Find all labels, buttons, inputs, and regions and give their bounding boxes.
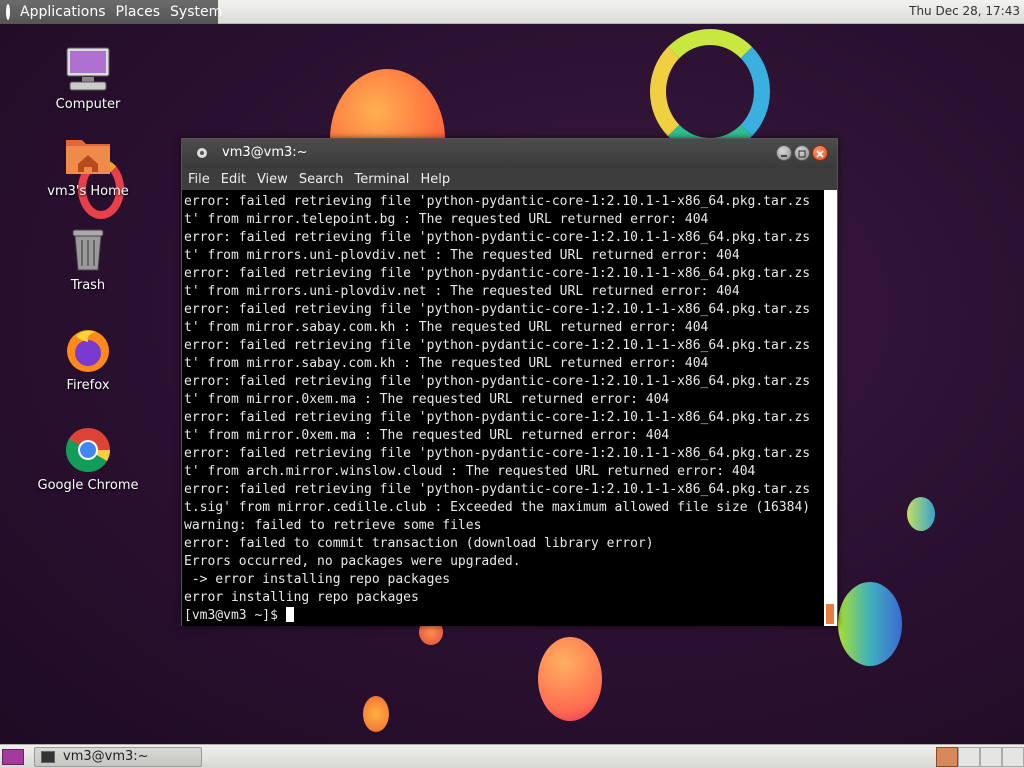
desktop-icon-home[interactable]: vm3's Home [33, 132, 143, 199]
clock[interactable]: Thu Dec 28, 17:43 [909, 4, 1020, 18]
terminal-line: error: failed retrieving file 'python-py… [184, 266, 811, 281]
desktop-icon-label: Firefox [66, 378, 110, 393]
minimize-icon [781, 155, 787, 157]
terminal-line: Errors occurred, no packages were upgrad… [184, 554, 521, 569]
menu-terminal[interactable]: Terminal [354, 172, 409, 187]
decor-ring-green [650, 29, 770, 154]
desktop-icon-label: Google Chrome [37, 478, 139, 493]
scrollbar-thumb[interactable] [826, 604, 834, 624]
minimize-button[interactable] [776, 145, 792, 161]
terminal-line: error: failed retrieving file 'python-py… [184, 230, 811, 245]
trash-icon [64, 226, 112, 274]
terminal-line: t' from mirror.sabay.com.kh : The reques… [184, 356, 709, 371]
menu-help[interactable]: Help [420, 172, 450, 187]
decor-blue-dot [907, 497, 935, 531]
terminal-line: -> error installing repo packages [184, 572, 451, 587]
desktop-icon-firefox[interactable]: Firefox [33, 326, 143, 393]
menu-view[interactable]: View [257, 172, 288, 187]
terminal-window[interactable]: vm3@vm3:~ File Edit View Search Terminal… [181, 138, 838, 626]
window-title: vm3@vm3:~ [222, 145, 308, 160]
terminal-line: error: failed retrieving file 'python-py… [184, 338, 811, 353]
desktop-icon-computer[interactable]: Computer [33, 45, 143, 112]
terminal-line: t' from mirror.0xem.ma : The requested U… [184, 428, 670, 443]
taskbar-window-button[interactable]: vm3@vm3:~ [34, 747, 202, 767]
top-panel: Applications Places System Thu Dec 28, 1… [0, 0, 1024, 24]
decor-small-orange [363, 696, 389, 732]
terminal-line: error: failed retrieving file 'python-py… [184, 194, 811, 209]
show-desktop-button[interactable] [2, 749, 24, 765]
terminal-line: error installing repo packages [184, 590, 419, 605]
text-cursor [285, 607, 294, 622]
terminal-task-icon [41, 751, 55, 763]
terminal-prompt-line[interactable]: [vm3@vm3 ~]$ [184, 607, 824, 625]
close-button[interactable] [812, 145, 828, 161]
window-titlebar[interactable]: vm3@vm3:~ [182, 139, 837, 168]
menu-places[interactable]: Places [116, 4, 161, 20]
maximize-button[interactable] [794, 145, 810, 161]
firefox-icon [64, 326, 112, 374]
menu-search[interactable]: Search [299, 172, 344, 187]
terminal-line: t' from mirror.telepoint.bg : The reques… [184, 212, 709, 227]
workspace-2[interactable] [958, 747, 980, 767]
menu-applications[interactable]: Applications [20, 4, 106, 20]
decor-orange-egg [538, 637, 602, 721]
terminal-scrollbar[interactable] [824, 190, 837, 626]
close-icon [816, 150, 824, 158]
terminal-line: error: failed retrieving file 'python-py… [184, 302, 811, 317]
workspace-3[interactable] [980, 747, 1002, 767]
home-folder-icon [64, 132, 112, 180]
desktop-icon-label: Trash [70, 278, 106, 293]
terminal-line: error: failed retrieving file 'python-py… [184, 482, 811, 497]
terminal-line: t.sig' from mirror.cedille.club : Exceed… [184, 500, 811, 515]
maximize-icon [798, 150, 806, 158]
terminal-line: t' from mirrors.uni-plovdiv.net : The re… [184, 248, 740, 263]
terminal-app-icon [197, 148, 207, 158]
terminal-line: error: failed retrieving file 'python-py… [184, 446, 811, 461]
menu-system[interactable]: System [170, 4, 222, 20]
bottom-panel: vm3@vm3:~ [0, 744, 1024, 768]
workspace-switcher[interactable] [936, 747, 1024, 767]
terminal-line: t' from mirror.0xem.ma : The requested U… [184, 392, 670, 407]
terminal-line: error: failed retrieving file 'python-py… [184, 374, 811, 389]
workspace-4[interactable] [1002, 747, 1024, 767]
terminal-line: error: failed retrieving file 'python-py… [184, 410, 811, 425]
menu-file[interactable]: File [188, 172, 210, 187]
terminal-line: warning: failed to retrieve some files [184, 518, 482, 533]
workspace-1[interactable] [936, 747, 958, 767]
main-menu-bar: Applications Places System [0, 0, 222, 24]
desktop-icon-chrome[interactable]: Google Chrome [33, 426, 143, 493]
desktop-icon-label: vm3's Home [47, 184, 129, 199]
menu-edit[interactable]: Edit [221, 172, 246, 187]
terminal-line: t' from mirror.sabay.com.kh : The reques… [184, 320, 709, 335]
computer-icon [64, 45, 112, 93]
decor-green-blob [838, 582, 902, 666]
desktop-icon-label: Computer [55, 97, 121, 112]
chrome-icon [64, 426, 112, 474]
terminal-menubar: File Edit View Search Terminal Help [182, 168, 837, 190]
terminal-line: t' from arch.mirror.winslow.cloud : The … [184, 464, 756, 479]
taskbar-window-label: vm3@vm3:~ [63, 749, 149, 764]
distro-logo-icon[interactable] [6, 4, 10, 20]
terminal-line: error: failed to commit transaction (dow… [184, 536, 654, 551]
desktop-icon-trash[interactable]: Trash [33, 226, 143, 293]
terminal-line: t' from mirrors.uni-plovdiv.net : The re… [184, 284, 740, 299]
terminal-output[interactable]: error: failed retrieving file 'python-py… [182, 190, 824, 626]
shell-prompt: [vm3@vm3 ~]$ [184, 608, 286, 623]
